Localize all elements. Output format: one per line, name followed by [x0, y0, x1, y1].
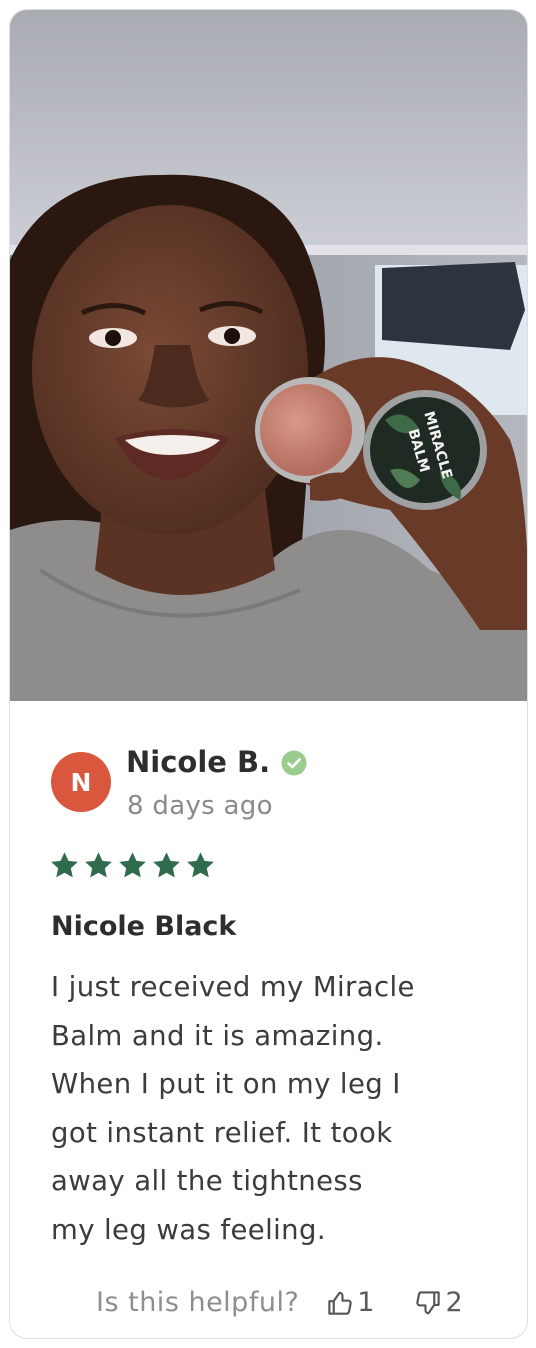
star-icon: [153, 852, 180, 878]
helpful-label: Is this helpful?: [96, 1287, 300, 1318]
helpful-row: Is this helpful? 1 2: [96, 1287, 463, 1318]
reviewer-name: Nicole B.: [126, 745, 271, 779]
review-text-line: When I put it on my leg I: [51, 1068, 401, 1100]
vote-up-count: 1: [357, 1287, 375, 1318]
review-photo[interactable]: MIRACLE BALM: [10, 10, 528, 701]
review-text: I just received my Miracle Balm and it i…: [51, 963, 501, 1254]
review-text-line: away all the tightness: [51, 1165, 363, 1197]
review-text-line: my leg was feeling.: [51, 1213, 326, 1246]
review-title: Nicole Black: [51, 911, 237, 942]
check-circle-icon: [281, 749, 307, 776]
thumbs-down-icon: [416, 1290, 441, 1314]
review-text-line: I just received my Miracle: [51, 971, 415, 1003]
star-icon: [51, 852, 78, 878]
star-icon: [85, 852, 112, 878]
vote-down-button[interactable]: 2: [413, 1287, 463, 1318]
vote-down-count: 2: [445, 1287, 463, 1318]
review-text-line: got instant relief. It took: [51, 1116, 393, 1149]
thumbs-up-icon: [328, 1291, 352, 1315]
star-rating: [49, 850, 216, 881]
review-body: N Nicole B. 8 days ago Nicole Black I ju…: [10, 701, 527, 1338]
review-text-line: Balm and it is amazing.: [51, 1019, 384, 1052]
review-date: 8 days ago: [127, 791, 273, 821]
vote-up-button[interactable]: 1: [325, 1287, 374, 1318]
reviewer-name-row: Nicole B.: [126, 745, 307, 779]
star-icon: [187, 852, 214, 878]
star-icon: [119, 852, 146, 878]
review-card: MIRACLE BALM N Nicole B. 8 days ago Nico…: [9, 9, 528, 1339]
avatar: N: [51, 752, 111, 812]
